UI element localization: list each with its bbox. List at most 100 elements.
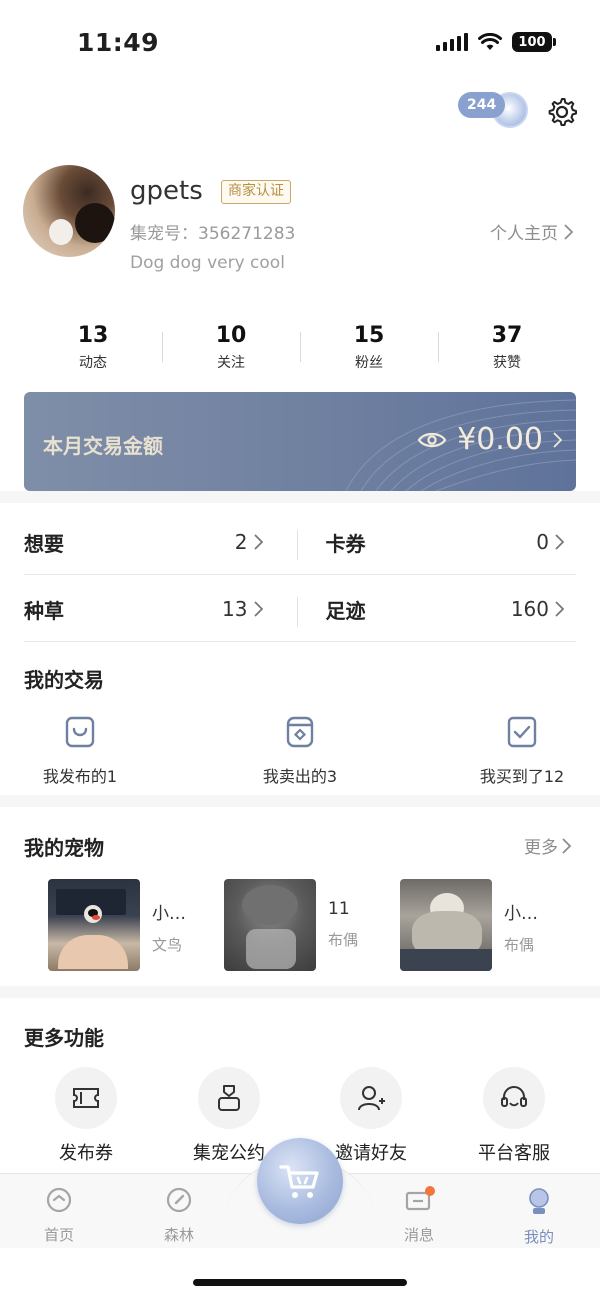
chevron-right-icon [562, 837, 571, 854]
stat-following[interactable]: 10 关注 [162, 322, 300, 374]
bio: Dog dog very cool [130, 253, 285, 273]
tab-messages[interactable]: 消息 [384, 1186, 454, 1245]
quick-item-footprints[interactable]: 足迹 160 [296, 595, 577, 627]
quick-item-label: 卡券 [325, 531, 366, 556]
divider [24, 641, 576, 642]
coin-count: 244 [458, 92, 506, 118]
quick-item-label: 种草 [24, 598, 64, 623]
stat-label: 关注 [217, 355, 245, 371]
compass-icon [166, 1187, 192, 1213]
section-divider [0, 986, 600, 998]
trade-label: 我卖出的3 [262, 767, 338, 786]
coin-button[interactable]: 244 [458, 90, 530, 134]
tab-label: 森林 [163, 1226, 194, 1244]
stats-row: 13 动态 10 关注 15 粉丝 37 获赞 [24, 322, 576, 374]
homepage-link-label: 个人主页 [490, 224, 558, 244]
pet-photo [400, 879, 492, 971]
func-icon-circle [483, 1067, 545, 1129]
headset-icon [501, 1086, 527, 1107]
status-icons: 100 [436, 32, 556, 52]
homepage-link[interactable]: 个人主页 [490, 219, 573, 244]
stat-posts[interactable]: 13 动态 [24, 322, 162, 374]
stat-value: 10 [215, 323, 247, 348]
pet-card[interactable]: 11 布偶 [224, 879, 358, 971]
merchant-badge: 商家认证 [221, 180, 291, 204]
tab-label: 我的 [523, 1228, 554, 1246]
quick-item-coupons[interactable]: 卡券 0 [296, 528, 577, 560]
stat-value: 37 [491, 323, 523, 348]
chevron-right-icon [553, 431, 562, 448]
chevron-right-icon [253, 534, 263, 550]
pet-name: 11 [328, 899, 350, 919]
cart-button[interactable] [257, 1138, 343, 1224]
func-icon-circle [340, 1067, 402, 1129]
home-indicator [193, 1279, 407, 1286]
trade-published[interactable]: 我发布的1 [0, 715, 160, 787]
chevron-right-icon [253, 601, 263, 617]
quick-item-value: 160 [510, 597, 549, 621]
shopping-cart-icon [279, 1165, 319, 1198]
jar-icon [286, 716, 314, 748]
quick-item-label: 足迹 [325, 598, 366, 623]
pet-name: 小… [152, 904, 186, 924]
quick-item-value-group: 13 [222, 597, 263, 621]
user-id: 集宠号：356271283 [130, 224, 296, 244]
quick-item-value: 2 [234, 530, 248, 554]
transaction-amount: ¥0.00 [457, 422, 543, 457]
stat-followers[interactable]: 15 粉丝 [300, 322, 438, 374]
stat-likes[interactable]: 37 获赞 [438, 322, 576, 374]
transaction-label: 本月交易金额 [43, 434, 163, 458]
quick-item-label: 想要 [24, 531, 64, 556]
func-label: 发布券 [59, 1143, 113, 1164]
pet-name: 小… [504, 904, 538, 924]
func-customer-service[interactable]: 平台客服 [449, 1067, 579, 1165]
avatar-toy [49, 219, 73, 245]
tab-me[interactable]: 我的 [504, 1186, 574, 1247]
quick-item-seeds[interactable]: 种草 13 [24, 595, 297, 624]
quick-item-value-group: 160 [511, 597, 564, 621]
chevron-right-icon [555, 534, 564, 550]
bag-icon [65, 716, 95, 748]
my-trades-title: 我的交易 [24, 668, 104, 692]
trade-bought[interactable]: 我买到了12 [442, 715, 600, 787]
avatar-dog-face [75, 203, 115, 243]
pet-kind: 文鸟 [152, 936, 183, 954]
avatar[interactable] [23, 165, 115, 257]
section-divider [0, 491, 600, 503]
chevron-right-icon [555, 601, 564, 617]
func-icon-circle [198, 1067, 260, 1129]
agreement-icon [218, 1085, 240, 1111]
stat-label: 动态 [79, 355, 107, 371]
trade-sold[interactable]: 我卖出的3 [220, 715, 380, 787]
trade-label: 我发布的1 [42, 767, 118, 786]
pet-card[interactable]: 小… 文鸟 [48, 879, 186, 971]
divider [24, 574, 576, 575]
quick-item-value-group: 0 [536, 530, 564, 554]
check-box-icon [507, 716, 537, 748]
tab-forest[interactable]: 森林 [144, 1186, 214, 1245]
pet-card[interactable]: 小… 布偶 [400, 879, 538, 971]
stat-value: 15 [353, 323, 385, 348]
message-icon [405, 1186, 435, 1211]
home-icon [46, 1187, 72, 1213]
stat-label: 粉丝 [355, 355, 383, 371]
pet-photo [48, 879, 140, 971]
quick-item-value-group: 2 [235, 530, 263, 554]
more-link-label: 更多 [524, 838, 558, 858]
quick-item-wants[interactable]: 想要 2 [24, 528, 297, 557]
invite-user-icon [358, 1086, 385, 1111]
stat-value: 13 [77, 323, 109, 348]
func-label: 平台客服 [478, 1143, 550, 1164]
transaction-amount-group: ¥0.00 [417, 422, 562, 457]
section-divider [0, 795, 600, 807]
monthly-transaction-card[interactable]: 本月交易金额 ¥0.00 [24, 392, 576, 491]
quick-item-value: 13 [222, 597, 248, 621]
gear-icon[interactable] [546, 96, 578, 128]
tab-label: 消息 [403, 1226, 434, 1244]
func-publish-coupon[interactable]: 发布券 [21, 1067, 151, 1165]
tab-home[interactable]: 首页 [24, 1186, 94, 1245]
quick-item-value: 0 [536, 530, 549, 554]
status-time: 11:49 [77, 28, 160, 57]
pets-more-link[interactable]: 更多 [524, 833, 571, 858]
eye-icon[interactable] [417, 430, 447, 450]
